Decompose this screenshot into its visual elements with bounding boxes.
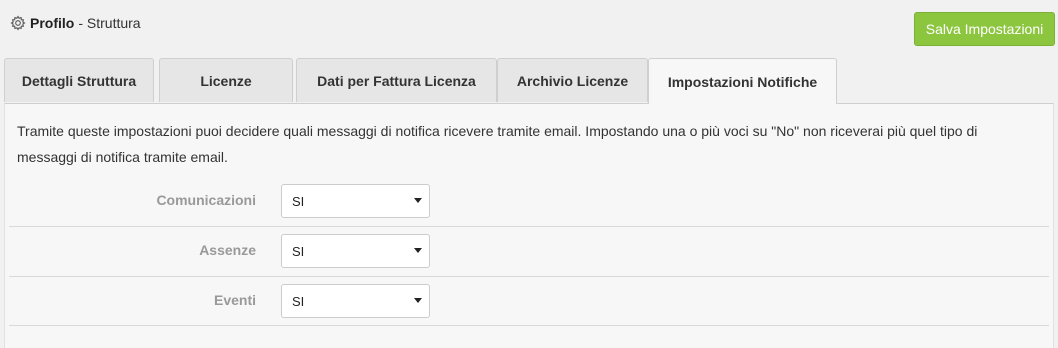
chevron-down-icon: [414, 248, 422, 253]
save-settings-button[interactable]: Salva Impostazioni: [914, 12, 1055, 46]
chevron-down-icon: [414, 298, 422, 303]
divider: [9, 325, 1049, 326]
assenze-select[interactable]: SI: [281, 234, 430, 268]
tab-dati-fattura-licenza[interactable]: Dati per Fattura Licenza: [296, 58, 497, 102]
setting-label-eventi: Eventi: [213, 292, 256, 308]
setting-label-comunicazioni: Comunicazioni: [156, 192, 256, 208]
description-text: Tramite queste impostazioni puoi decider…: [17, 123, 978, 165]
comunicazioni-select[interactable]: SI: [281, 184, 430, 218]
select-value: SI: [292, 243, 305, 259]
setting-label-assenze: Assenze: [199, 242, 256, 258]
select-value: SI: [292, 293, 305, 309]
eventi-select[interactable]: SI: [281, 284, 430, 318]
tab-dettagli-struttura[interactable]: Dettagli Struttura: [4, 58, 154, 102]
page-header: Profilo - Struttura: [10, 12, 141, 34]
divider: [9, 276, 1049, 277]
select-value: SI: [292, 193, 305, 209]
tab-licenze[interactable]: Licenze: [159, 58, 293, 102]
tab-archivio-licenze[interactable]: Archivio Licenze: [497, 58, 648, 102]
divider: [9, 226, 1049, 227]
page-title: Profilo: [30, 15, 75, 31]
page-subtitle: - Struttura: [78, 15, 141, 31]
tab-impostazioni-notifiche[interactable]: Impostazioni Notifiche: [648, 58, 837, 104]
chevron-down-icon: [414, 198, 422, 203]
gear-icon: [10, 15, 26, 31]
